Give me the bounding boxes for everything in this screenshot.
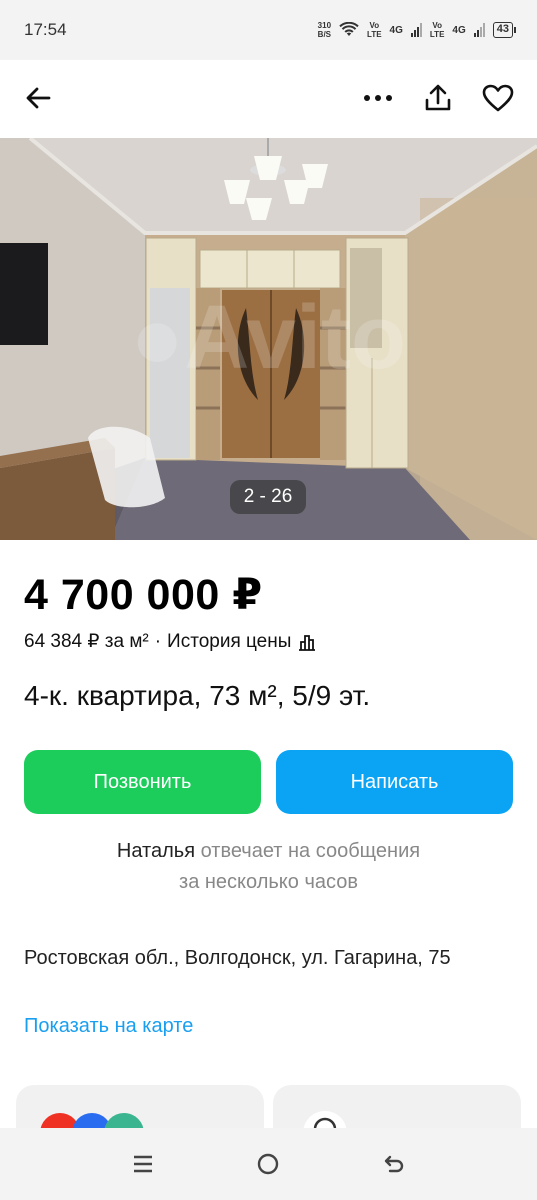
- status-icons: 310 B/S Vo LTE 4G Vo LTE 4G 43: [317, 21, 517, 39]
- share-icon: [425, 84, 451, 111]
- price-per-m2: 64 384 ₽ за м²: [24, 631, 149, 652]
- call-button[interactable]: Позвонить: [24, 750, 261, 814]
- show-on-map-link[interactable]: Показать на карте: [24, 1015, 193, 1038]
- back-arrow-icon: [384, 1155, 404, 1173]
- back-button[interactable]: [18, 78, 58, 118]
- home-button[interactable]: [248, 1144, 288, 1184]
- home-circle-icon: [258, 1153, 279, 1175]
- volte-badge-1: Vo LTE: [367, 21, 382, 39]
- seller-response-line1: отвечает на сообщения: [200, 840, 421, 862]
- listing-address: Ростовская обл., Волгодонск, ул. Гагарин…: [24, 947, 451, 969]
- photo-counter: 2 - 26: [230, 480, 306, 514]
- listing-title: 4-к. квартира, 73 м², 5/9 эт.: [24, 680, 371, 711]
- back-nav-button[interactable]: [374, 1144, 414, 1184]
- separator: ·: [154, 630, 162, 652]
- status-bar: 17:54 310 B/S Vo LTE 4G Vo LTE 4G 43: [0, 0, 537, 60]
- share-button[interactable]: [418, 78, 458, 118]
- wifi-icon: [339, 22, 359, 36]
- signal-icon-2: [473, 23, 485, 37]
- battery-icon: 43: [492, 22, 517, 38]
- bar-chart-icon: [299, 634, 316, 651]
- recent-apps-button[interactable]: [123, 1144, 163, 1184]
- price-details: 64 384 ₽ за м² · История цены: [24, 630, 317, 653]
- seller-response-info: Наталья отвечает на сообщения за несколь…: [0, 836, 537, 898]
- arrow-left-icon: [26, 87, 51, 109]
- seller-name: Наталья: [116, 840, 196, 862]
- more-dots-icon: [364, 95, 392, 101]
- write-button[interactable]: Написать: [276, 750, 513, 814]
- heart-icon: [482, 84, 514, 112]
- menu-lines-icon: [133, 1155, 152, 1173]
- network-speed: 310 B/S: [317, 21, 332, 39]
- more-button[interactable]: [358, 78, 398, 118]
- top-app-bar: [0, 60, 537, 138]
- network-gen-1: 4G: [389, 24, 403, 36]
- svg-text:●Avito: ●Avito: [130, 288, 406, 388]
- system-nav-bar: [0, 1128, 537, 1200]
- listing-price: 4 700 000 ₽: [24, 571, 263, 619]
- favorite-button[interactable]: [478, 78, 518, 118]
- status-time: 17:54: [24, 20, 67, 39]
- volte-badge-2: Vo LTE: [429, 21, 445, 39]
- network-gen-2: 4G: [452, 24, 466, 36]
- price-history-link[interactable]: История цены: [167, 631, 291, 653]
- seller-response-line2: за несколько часов: [179, 871, 358, 893]
- signal-icon-1: [410, 23, 422, 37]
